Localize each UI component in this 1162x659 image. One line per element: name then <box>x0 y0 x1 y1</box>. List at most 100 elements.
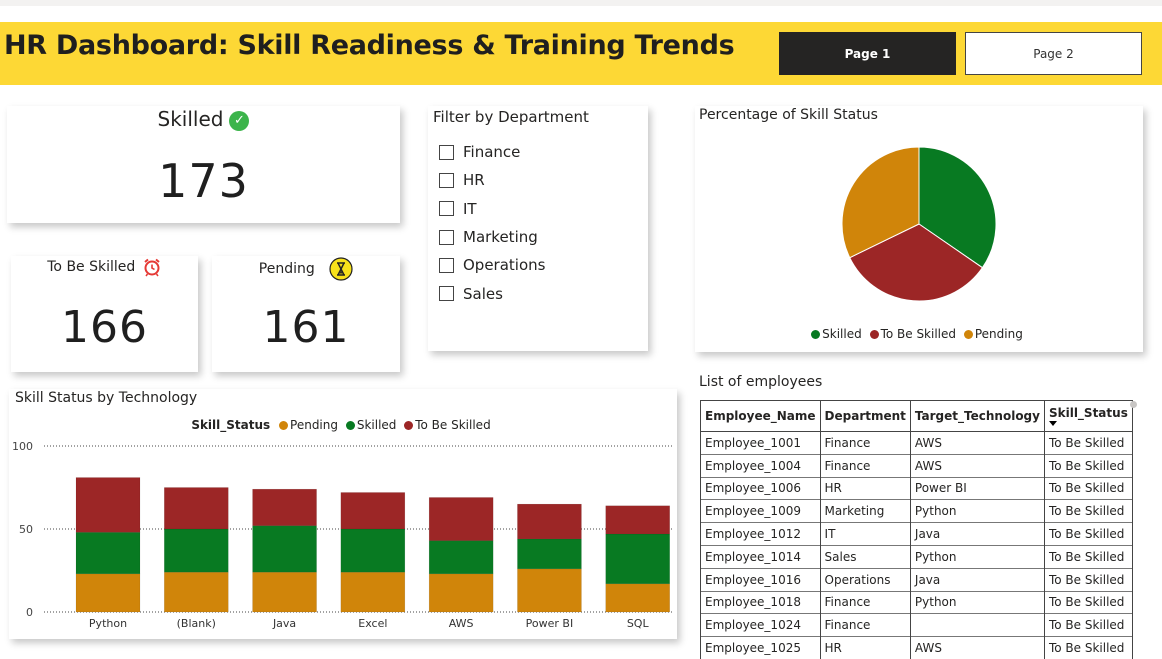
bar-segment-pending[interactable] <box>76 574 140 612</box>
checkbox[interactable] <box>439 286 454 301</box>
cell-department: Finance <box>820 432 910 455</box>
bar-segment-skilled[interactable] <box>164 529 228 572</box>
cell-skill-status: To Be Skilled <box>1044 454 1132 477</box>
table-row[interactable]: Employee_1009MarketingPythonTo Be Skille… <box>701 500 1133 523</box>
table-row[interactable]: Employee_1025HRAWSTo Be Skilled <box>701 637 1133 659</box>
cell-skill-status: To Be Skilled <box>1044 637 1132 659</box>
column-header-label: Skill_Status <box>1049 406 1128 420</box>
page-2-button[interactable]: Page 2 <box>965 32 1142 75</box>
bar-segment-pending[interactable] <box>429 574 493 612</box>
checkbox[interactable] <box>439 173 454 188</box>
top-strip <box>0 0 1162 6</box>
cell-department: HR <box>820 637 910 659</box>
bar-segment-to-be-skilled[interactable] <box>517 504 581 539</box>
cell-target-technology: AWS <box>910 637 1044 659</box>
cell-employee-name: Employee_1024 <box>701 614 821 637</box>
filter-option-hr[interactable]: HR <box>439 166 545 194</box>
filter-option-it[interactable]: IT <box>439 195 545 223</box>
table-title: List of employees <box>699 374 822 390</box>
table-row[interactable]: Employee_1014SalesPythonTo Be Skilled <box>701 545 1133 568</box>
check-circle-icon: ✓ <box>229 111 249 131</box>
column-header-skill-status[interactable]: Skill_Status <box>1044 401 1132 432</box>
cell-employee-name: Employee_1012 <box>701 523 821 546</box>
table-row[interactable]: Employee_1006HRPower BITo Be Skilled <box>701 477 1133 500</box>
filter-option-label: HR <box>463 171 485 189</box>
cell-skill-status: To Be Skilled <box>1044 477 1132 500</box>
bar-segment-skilled[interactable] <box>76 532 140 574</box>
x-tick-label: SQL <box>627 617 650 630</box>
cell-department: Sales <box>820 545 910 568</box>
bar-segment-skilled[interactable] <box>517 539 581 569</box>
table-header-row: Employee_Name Department Target_Technolo… <box>701 401 1133 432</box>
kpi-skilled-value: 173 <box>7 154 400 208</box>
table-row[interactable]: Employee_1016OperationsJavaTo Be Skilled <box>701 568 1133 591</box>
legend-item-skilled[interactable]: Skilled <box>811 327 862 341</box>
bar-segment-pending[interactable] <box>253 572 317 612</box>
bar-segment-to-be-skilled[interactable] <box>606 506 670 534</box>
bar-segment-to-be-skilled[interactable] <box>164 488 228 530</box>
table-row[interactable]: Employee_1012ITJavaTo Be Skilled <box>701 523 1133 546</box>
bar-segment-to-be-skilled[interactable] <box>76 478 140 533</box>
y-tick-label: 0 <box>26 606 33 619</box>
department-filter: Filter by Department Finance HR IT Marke… <box>428 106 648 351</box>
table-row[interactable]: Employee_1018FinancePythonTo Be Skilled <box>701 591 1133 614</box>
employee-table: Employee_Name Department Target_Technolo… <box>700 400 1133 659</box>
bar-segment-skilled[interactable] <box>606 534 670 584</box>
checkbox[interactable] <box>439 258 454 273</box>
bar-segment-to-be-skilled[interactable] <box>341 492 405 529</box>
filter-option-finance[interactable]: Finance <box>439 138 545 166</box>
table-body: Employee_1001FinanceAWSTo Be SkilledEmpl… <box>701 432 1133 659</box>
kpi-skilled-title: Skilled✓ <box>7 107 400 131</box>
table-row[interactable]: Employee_1001FinanceAWSTo Be Skilled <box>701 432 1133 455</box>
bar-segment-pending[interactable] <box>606 584 670 612</box>
kpi-to-be-skilled-title: To Be Skilled <box>11 257 198 277</box>
bar-chart-card: Skill Status by Technology Skill_Status … <box>9 389 677 639</box>
bar-segment-to-be-skilled[interactable] <box>253 489 317 526</box>
cell-skill-status: To Be Skilled <box>1044 591 1132 614</box>
legend-dot-to-be-skilled <box>870 330 879 339</box>
filter-option-marketing[interactable]: Marketing <box>439 223 545 251</box>
cell-target-technology: Power BI <box>910 477 1044 500</box>
scroll-indicator[interactable] <box>1130 401 1137 408</box>
filter-option-sales[interactable]: Sales <box>439 279 545 307</box>
bar-segment-skilled[interactable] <box>429 541 493 574</box>
kpi-card-to-be-skilled: To Be Skilled 166 <box>11 256 198 372</box>
legend-item-to-be-skilled[interactable]: To Be Skilled <box>870 327 956 341</box>
x-tick-label: (Blank) <box>177 617 216 630</box>
x-tick-label: Excel <box>358 617 387 630</box>
cell-target-technology: AWS <box>910 454 1044 477</box>
legend-item-pending[interactable]: Pending <box>964 327 1023 341</box>
cell-employee-name: Employee_1004 <box>701 454 821 477</box>
kpi-card-pending: Pending 161 <box>212 256 400 372</box>
column-header-target-technology[interactable]: Target_Technology <box>910 401 1044 432</box>
page-1-button[interactable]: Page 1 <box>779 32 956 75</box>
table-row[interactable]: Employee_1024FinanceTo Be Skilled <box>701 614 1133 637</box>
cell-department: Finance <box>820 454 910 477</box>
cell-employee-name: Employee_1014 <box>701 545 821 568</box>
column-header-department[interactable]: Department <box>820 401 910 432</box>
cell-skill-status: To Be Skilled <box>1044 432 1132 455</box>
bar-segment-skilled[interactable] <box>341 529 405 572</box>
cell-target-technology: Java <box>910 568 1044 591</box>
cell-employee-name: Employee_1016 <box>701 568 821 591</box>
pie-chart <box>695 106 1143 352</box>
pie-chart-card: Percentage of Skill Status Skilled To Be… <box>695 106 1143 352</box>
checkbox[interactable] <box>439 230 454 245</box>
cell-department: Finance <box>820 614 910 637</box>
bar-segment-pending[interactable] <box>517 569 581 612</box>
kpi-to-be-skilled-value: 166 <box>11 302 198 353</box>
kpi-skilled-label: Skilled <box>158 107 224 131</box>
filter-option-operations[interactable]: Operations <box>439 251 545 279</box>
column-header-employee-name[interactable]: Employee_Name <box>701 401 821 432</box>
bar-segment-pending[interactable] <box>341 572 405 612</box>
bar-segment-to-be-skilled[interactable] <box>429 497 493 540</box>
checkbox[interactable] <box>439 201 454 216</box>
checkbox[interactable] <box>439 145 454 160</box>
pie-legend: Skilled To Be Skilled Pending <box>695 327 1143 341</box>
table-row[interactable]: Employee_1004FinanceAWSTo Be Skilled <box>701 454 1133 477</box>
alarm-clock-icon <box>142 257 162 277</box>
bar-segment-skilled[interactable] <box>253 526 317 572</box>
kpi-pending-value: 161 <box>212 302 400 353</box>
x-tick-label: Power BI <box>526 617 574 630</box>
bar-segment-pending[interactable] <box>164 572 228 612</box>
